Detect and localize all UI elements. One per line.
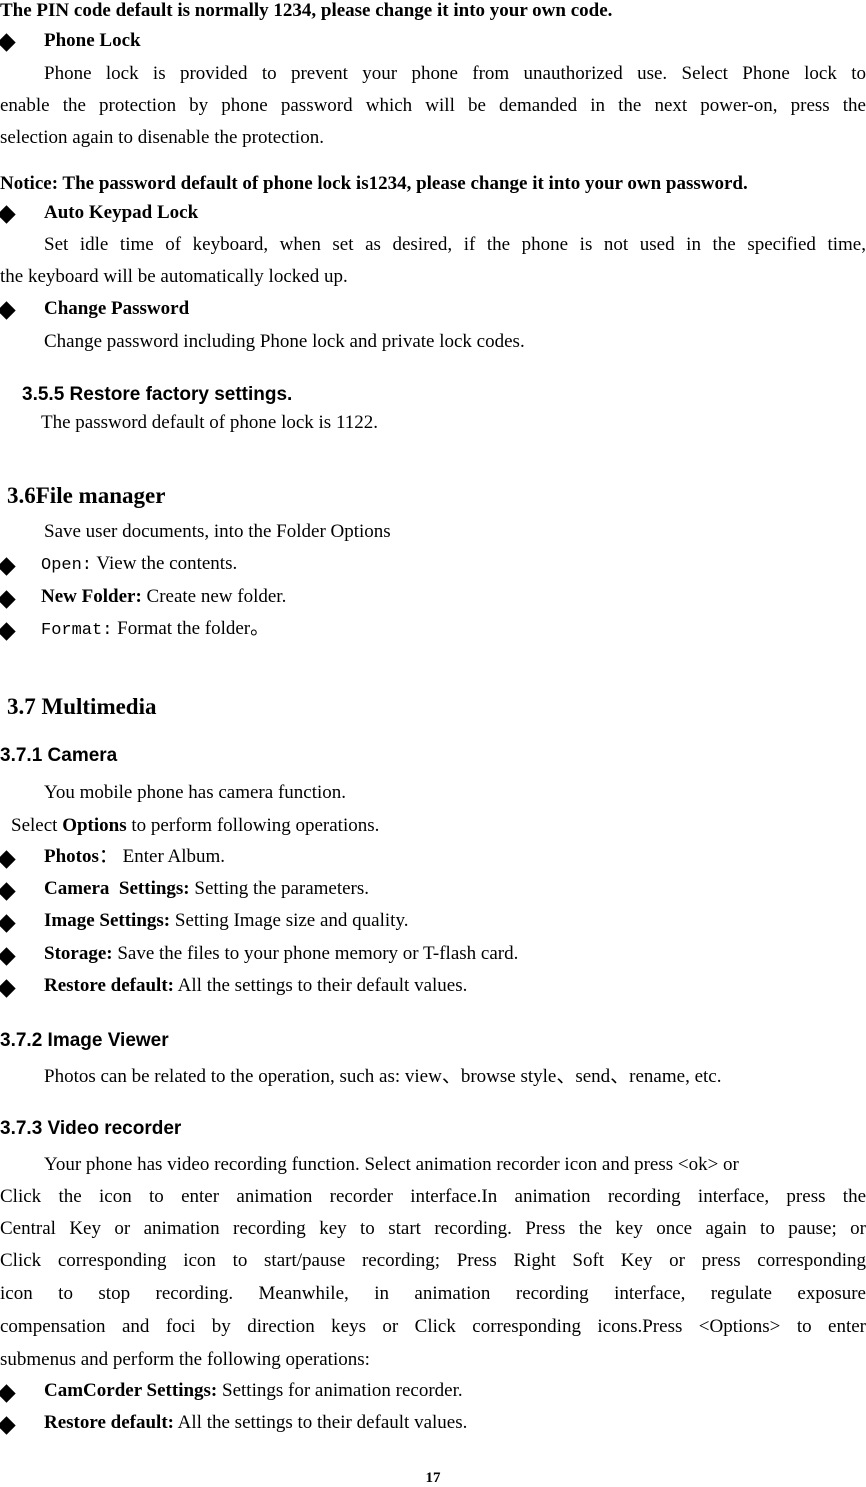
- video-line-3: Central Key or animation recording key t…: [0, 1218, 866, 1239]
- image-viewer-text: Photos can be related to the operation, …: [44, 1066, 722, 1087]
- video-line-3-wrap: Central Key or animation recording key t…: [0, 1218, 866, 1240]
- restore-factory-heading: 3.5.5 Restore factory settings.: [22, 384, 293, 405]
- phone-lock-line-2: enable the protection by phone password …: [0, 95, 866, 117]
- diamond-bullet-icon: [0, 33, 16, 54]
- camera-item-photos: Photos： Enter Album.: [44, 846, 225, 868]
- phone-lock-line-1: Phone lock is provided to prevent your p…: [0, 63, 866, 85]
- diamond-bullet-icon: [0, 1384, 16, 1405]
- photos-text: ： Enter Album.: [98, 846, 226, 867]
- camera-item-storage: Storage: Save the files to your phone me…: [44, 943, 518, 965]
- diamond-bullet-icon: [0, 979, 16, 1000]
- image-settings-text: Setting Image size and quality.: [170, 910, 409, 931]
- restore-factory-text: The password default of phone lock is 11…: [41, 412, 378, 433]
- video-line-4-wrap: Click corresponding icon to start/pause …: [0, 1250, 866, 1272]
- select-suffix: to perform following operations.: [126, 815, 380, 836]
- select-prefix: Select: [11, 815, 63, 836]
- video-restore-default-label: Restore default:: [44, 1412, 174, 1433]
- new-folder-label: New Folder:: [41, 586, 142, 607]
- photos-label: Photos: [44, 846, 99, 867]
- diamond-bullet-icon: [0, 947, 16, 968]
- camera-settings-label: Camera Settings:: [44, 878, 190, 899]
- video-line-2-wrap: Click the icon to enter animation record…: [0, 1186, 866, 1208]
- phone-lock-title: Phone Lock: [44, 30, 141, 51]
- file-manager-item-open: Open: View the contents.: [41, 553, 237, 577]
- phone-lock-line-2-text: enable the protection by phone password …: [0, 95, 866, 116]
- video-line-6: compensation and foci by direction keys …: [0, 1316, 866, 1337]
- video-line-5-wrap: icon to stop recording. Meanwhile, in an…: [0, 1283, 866, 1305]
- camera-item-image-settings: Image Settings: Setting Image size and q…: [44, 910, 408, 932]
- restore-default-text: All the settings to their default values…: [173, 975, 468, 996]
- image-viewer-heading: 3.7.2 Image Viewer: [0, 1030, 169, 1051]
- new-folder-text: Create new folder.: [141, 586, 287, 607]
- video-restore-default-text: All the settings to their default values…: [173, 1412, 468, 1433]
- diamond-bullet-icon: [0, 850, 16, 871]
- auto-keypad-line-1-text: Set idle time of keyboard, when set as d…: [44, 234, 866, 255]
- video-line-5: icon to stop recording. Meanwhile, in an…: [0, 1283, 866, 1304]
- camera-item-restore-default: Restore default: All the settings to the…: [44, 975, 467, 997]
- camera-select-options: Select Options to perform following oper…: [11, 815, 379, 837]
- multimedia-heading: 3.7 Multimedia: [7, 694, 157, 719]
- camera-heading: 3.7.1 Camera: [0, 745, 118, 766]
- diamond-bullet-icon: [0, 557, 16, 578]
- camera-settings-text: Setting the parameters.: [189, 878, 370, 899]
- auto-keypad-line-1: Set idle time of keyboard, when set as d…: [0, 234, 866, 256]
- file-manager-item-new-folder: New Folder: Create new folder.: [41, 586, 286, 608]
- format-text: Format the folder。: [112, 618, 270, 639]
- page-number: 17: [425, 1470, 441, 1486]
- format-label: Format:: [41, 621, 113, 640]
- diamond-bullet-icon: [0, 914, 16, 935]
- diamond-bullet-icon: [0, 205, 16, 226]
- phone-lock-line-3: selection again to disenable the protect…: [0, 127, 324, 148]
- phone-lock-line-1-text: Phone lock is provided to prevent your p…: [44, 63, 866, 84]
- camera-intro: You mobile phone has camera function.: [44, 782, 347, 803]
- video-recorder-heading: 3.7.3 Video recorder: [0, 1118, 182, 1139]
- diamond-bullet-icon: [0, 1416, 16, 1437]
- file-manager-intro: Save user documents, into the Folder Opt…: [44, 521, 391, 542]
- image-settings-label: Image Settings:: [44, 910, 171, 931]
- video-line-1: Your phone has video recording function.…: [44, 1154, 739, 1175]
- video-item-camcorder-settings: CamCorder Settings: Settings for animati…: [44, 1380, 463, 1402]
- select-options-bold: Options: [62, 815, 127, 836]
- diamond-bullet-icon: [0, 301, 16, 322]
- open-text: View the contents.: [92, 553, 238, 574]
- auto-keypad-line-2: the keyboard will be automatically locke…: [0, 266, 348, 287]
- camcorder-settings-label: CamCorder Settings:: [44, 1380, 218, 1401]
- pin-notice: The PIN code default is normally 1234, p…: [0, 0, 613, 21]
- video-line-4: Click corresponding icon to start/pause …: [0, 1250, 866, 1271]
- change-password-title: Change Password: [44, 298, 190, 319]
- storage-label: Storage:: [44, 943, 113, 964]
- video-line-7: submenus and perform the following opera…: [0, 1349, 370, 1370]
- restore-default-label: Restore default:: [44, 975, 174, 996]
- file-manager-item-format: Format: Format the folder。: [41, 618, 269, 642]
- password-notice: Notice: The password default of phone lo…: [0, 173, 748, 194]
- camera-item-camera-settings: Camera Settings: Setting the parameters.: [44, 878, 369, 900]
- storage-text: Save the files to your phone memory or T…: [112, 943, 519, 964]
- video-item-restore-default: Restore default: All the settings to the…: [44, 1412, 467, 1434]
- diamond-bullet-icon: [0, 882, 16, 903]
- camcorder-settings-text: Settings for animation recorder.: [217, 1380, 463, 1401]
- change-password-text: Change password including Phone lock and…: [44, 331, 525, 352]
- open-label: Open:: [41, 556, 93, 575]
- file-manager-heading: 3.6File manager: [7, 483, 166, 508]
- diamond-bullet-icon: [0, 590, 16, 611]
- video-line-2: Click the icon to enter animation record…: [0, 1186, 866, 1207]
- video-line-6-wrap: compensation and foci by direction keys …: [0, 1316, 866, 1338]
- diamond-bullet-icon: [0, 622, 16, 643]
- auto-keypad-lock-title: Auto Keypad Lock: [44, 202, 199, 223]
